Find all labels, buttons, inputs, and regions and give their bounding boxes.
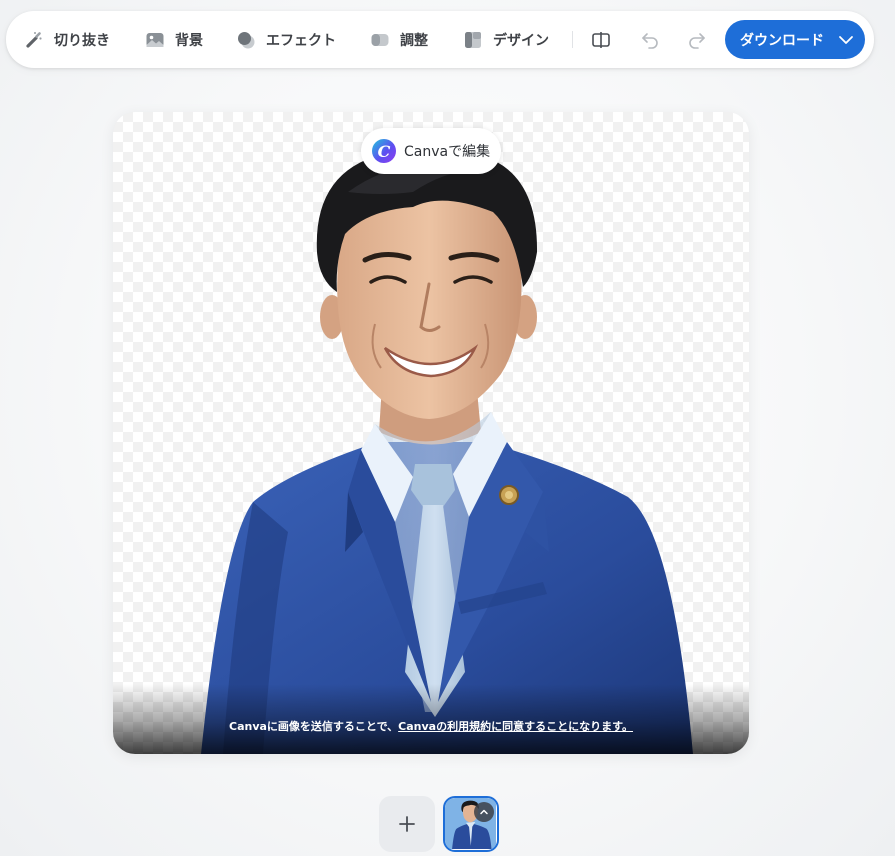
image-thumbnail[interactable] (443, 796, 499, 852)
download-label: ダウンロード (740, 32, 824, 49)
redo-button[interactable] (682, 25, 712, 55)
cut-tool-label: 切り抜き (54, 32, 110, 49)
terms-notice: Canvaに画像を送信することで、Canvaの利用規約に同意することになります。 (113, 718, 749, 734)
undo-icon (642, 33, 658, 49)
layout-icon (462, 29, 484, 51)
editor-toolbar: 切り抜き 背景 エフェクト 調整 デザイン ダウンロード (6, 11, 874, 68)
background-tool-button[interactable]: 背景 (144, 11, 203, 68)
design-tool-label: デザイン (493, 32, 549, 49)
brush-icon (23, 29, 45, 51)
image-icon (144, 29, 166, 51)
edit-in-canva-label: Canvaで編集 (404, 144, 491, 160)
chevron-down-icon (839, 35, 853, 44)
edit-in-canva-button[interactable]: C Canvaで編集 (361, 128, 501, 174)
terms-link[interactable]: Canvaの利用規約に同意することになります。 (398, 720, 633, 733)
cut-tool-button[interactable]: 切り抜き (23, 11, 110, 68)
terms-prefix: Canvaに画像を送信することで、 (229, 720, 399, 733)
adjust-tool-button[interactable]: 調整 (369, 11, 428, 68)
adjust-icon (369, 29, 391, 51)
effect-tool-label: エフェクト (266, 32, 336, 49)
design-tool-button[interactable]: デザイン (462, 11, 549, 68)
add-image-button[interactable] (379, 796, 435, 852)
chevron-up-icon (480, 809, 488, 815)
download-button[interactable]: ダウンロード (725, 20, 865, 59)
thumbnail-menu-button[interactable] (474, 802, 494, 822)
canva-logo-icon: C (372, 139, 396, 163)
effect-tool-button[interactable]: エフェクト (235, 11, 336, 68)
image-canvas: C Canvaで編集 Canvaに画像を送信することで、Canvaの利用規約に同… (113, 112, 749, 754)
effect-icon (235, 29, 257, 51)
compare-icon (592, 32, 610, 48)
toolbar-divider (572, 31, 573, 48)
compare-button[interactable] (586, 25, 616, 55)
undo-button[interactable] (635, 25, 665, 55)
plus-icon (399, 816, 415, 832)
adjust-tool-label: 調整 (400, 32, 428, 49)
background-tool-label: 背景 (175, 32, 203, 49)
redo-icon (689, 33, 705, 49)
portrait-photo (201, 147, 693, 754)
